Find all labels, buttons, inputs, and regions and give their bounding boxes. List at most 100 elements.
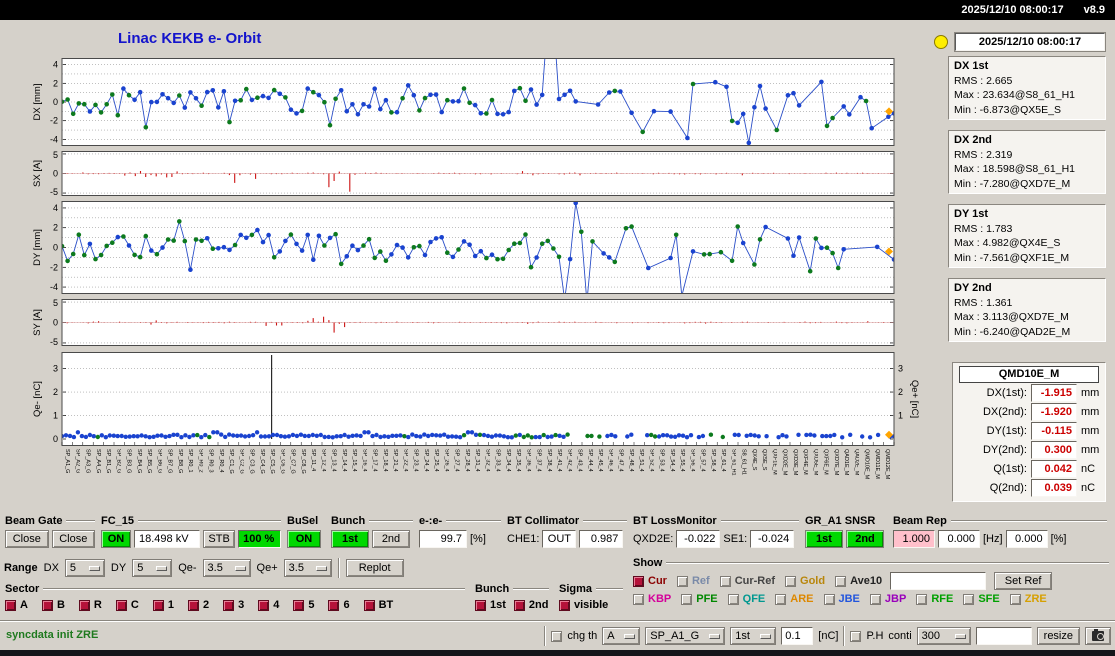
show-toggle-gold[interactable]: Gold bbox=[785, 575, 825, 587]
snapshot-button[interactable] bbox=[1085, 627, 1111, 645]
show-toggle-kbp[interactable]: KBP bbox=[633, 593, 671, 605]
threshold-input[interactable] bbox=[781, 627, 814, 645]
bpm-label: SP_B3_G bbox=[125, 449, 132, 474]
sector-toggle-bt-checkbox[interactable] bbox=[363, 599, 375, 611]
bpm-label: SP_23_4 bbox=[412, 449, 419, 472]
section-select[interactable]: A bbox=[602, 627, 641, 645]
sector-toggle-c[interactable]: C bbox=[115, 599, 139, 611]
sector-toggle-3[interactable]: 3 bbox=[223, 599, 244, 611]
beam-gate-close-button-2[interactable]: Close bbox=[51, 530, 95, 548]
bunch-2nd-button[interactable]: 2nd bbox=[372, 530, 410, 548]
bunch-toggle-2nd[interactable]: 2nd bbox=[513, 599, 548, 611]
show-toggle-cur-checkbox[interactable] bbox=[633, 575, 644, 587]
sector-toggle-bt[interactable]: BT bbox=[363, 599, 393, 611]
bpm-label: SP_A1_G bbox=[64, 449, 70, 474]
bunch-1st-button[interactable]: 1st bbox=[331, 530, 369, 548]
sector-toggle-c-checkbox[interactable] bbox=[115, 599, 127, 611]
sigma-toggle-visible[interactable]: visible bbox=[559, 599, 608, 611]
sector-toggle-2[interactable]: 2 bbox=[187, 599, 209, 611]
bunch-toggle-1st-checkbox[interactable] bbox=[475, 599, 486, 611]
fc15-stb-button[interactable]: STB bbox=[203, 530, 236, 548]
range-dx-select[interactable]: 5 bbox=[64, 559, 105, 577]
resize-button[interactable]: resize bbox=[1036, 627, 1080, 645]
sector-toggle-r-checkbox[interactable] bbox=[78, 599, 90, 611]
orbit-monitor-window: 2025/12/10 08:00:17 v8.9 Linac KEKB e- O… bbox=[0, 0, 1115, 656]
show-toggle-are-checkbox[interactable] bbox=[775, 593, 787, 605]
bpm-label: SP_38_4 bbox=[545, 449, 552, 472]
bpm-label: SP_C6_G bbox=[279, 449, 286, 474]
show-toggle-zre[interactable]: ZRE bbox=[1009, 593, 1047, 605]
divider bbox=[544, 626, 547, 646]
svg-text:-4: -4 bbox=[50, 134, 58, 144]
show-toggle-sfe-checkbox[interactable] bbox=[963, 593, 975, 605]
fc15-on-button[interactable]: ON bbox=[101, 530, 131, 548]
sector-toggle-2-checkbox[interactable] bbox=[187, 599, 199, 611]
sector-toggle-b[interactable]: B bbox=[41, 599, 65, 611]
busel-on-button[interactable]: ON bbox=[287, 530, 321, 548]
sigma-toggle-visible-checkbox[interactable] bbox=[559, 599, 570, 611]
gr-snsr-1st-button[interactable]: 1st bbox=[805, 530, 843, 548]
bpm-label: QX5E_S bbox=[761, 449, 767, 471]
range-dy-select[interactable]: 5 bbox=[132, 559, 173, 577]
option-menu-icon bbox=[624, 633, 636, 639]
show-toggle-pfe[interactable]: PFE bbox=[681, 593, 718, 605]
show-toggle-ref-checkbox[interactable] bbox=[676, 575, 688, 587]
sector-toggle-4[interactable]: 4 bbox=[258, 599, 279, 611]
show-toggle-qfe-checkbox[interactable] bbox=[727, 593, 739, 605]
sector-toggle-b-checkbox[interactable] bbox=[41, 599, 53, 611]
sector-toggle-1[interactable]: 1 bbox=[152, 599, 174, 611]
sector-toggle-r[interactable]: R bbox=[78, 599, 102, 611]
show-toggle-kbp-checkbox[interactable] bbox=[633, 593, 644, 605]
sx-steering-chart: 5 0 -5 SX [A] bbox=[32, 151, 895, 196]
show-toggle-are[interactable]: ARE bbox=[775, 593, 814, 605]
bpm-select[interactable]: SP_A1_G bbox=[645, 627, 726, 645]
repeat-count-select[interactable]: 300 bbox=[916, 627, 971, 645]
bunch-toggles: 1st 2nd bbox=[475, 599, 549, 611]
show-toggle-cur-ref-checkbox[interactable] bbox=[719, 575, 731, 587]
range-qep-select[interactable]: 3.5 bbox=[283, 559, 332, 577]
sector-toggle-6-checkbox[interactable] bbox=[328, 599, 340, 611]
show-toggle-jbe[interactable]: JBE bbox=[823, 593, 860, 605]
bpm-label: SP_C8_G bbox=[299, 449, 306, 474]
che1-value-readout: 0.987 bbox=[579, 530, 624, 548]
sector-toggle-5[interactable]: 5 bbox=[293, 599, 314, 611]
range-qem-select[interactable]: 3.5 bbox=[202, 559, 251, 577]
show-toggle-pfe-checkbox[interactable] bbox=[681, 593, 693, 605]
che1-label: CHE1: bbox=[507, 533, 540, 545]
show-toggle-cur[interactable]: Cur bbox=[633, 575, 667, 587]
show-toggle-cur-ref[interactable]: Cur-Ref bbox=[719, 575, 775, 587]
sector-toggle-6[interactable]: 6 bbox=[328, 599, 350, 611]
option-menu-icon bbox=[234, 565, 246, 571]
show-toggle-qfe[interactable]: QFE bbox=[727, 593, 765, 605]
sector-toggle-a[interactable]: A bbox=[5, 599, 28, 611]
gr-snsr-2nd-button[interactable]: 2nd bbox=[846, 530, 884, 548]
sector-toggle-a-checkbox[interactable] bbox=[5, 599, 16, 611]
set-ref-input[interactable] bbox=[890, 572, 987, 590]
bpm-label: SP_14_4 bbox=[340, 449, 347, 472]
bunch-toggle-2nd-checkbox[interactable] bbox=[513, 599, 525, 611]
show-toggle-jbe-checkbox[interactable] bbox=[823, 593, 835, 605]
chg-th-checkbox[interactable] bbox=[551, 630, 563, 642]
beam-gate-close-button-1[interactable]: Close bbox=[5, 530, 49, 548]
show-toggle-rfe[interactable]: RFE bbox=[916, 593, 953, 605]
sector-toggle-1-checkbox[interactable] bbox=[152, 599, 164, 611]
show-toggle-jbp-checkbox[interactable] bbox=[869, 593, 881, 605]
show-toggle-gold-checkbox[interactable] bbox=[785, 575, 797, 587]
sector-toggle-3-checkbox[interactable] bbox=[223, 599, 235, 611]
show-toggle-jbp[interactable]: JBP bbox=[869, 593, 906, 605]
show-toggle-zre-checkbox[interactable] bbox=[1009, 593, 1021, 605]
set-ref-button[interactable]: Set Ref bbox=[994, 572, 1053, 590]
bpm-label: SP_54_4 bbox=[668, 449, 675, 472]
bunch-toggle-1st[interactable]: 1st bbox=[475, 599, 506, 611]
show-toggle-ave10-checkbox[interactable] bbox=[835, 575, 847, 587]
show-toggle-ave10[interactable]: Ave10 bbox=[835, 575, 882, 587]
show-toggle-sfe[interactable]: SFE bbox=[963, 593, 1000, 605]
replot-button[interactable]: Replot bbox=[345, 559, 404, 577]
ph-checkbox[interactable] bbox=[850, 630, 862, 642]
show-toggle-rfe-checkbox[interactable] bbox=[916, 593, 928, 605]
aux-input[interactable] bbox=[975, 627, 1032, 645]
bunch-select[interactable]: 1st bbox=[730, 627, 777, 645]
sector-toggle-4-checkbox[interactable] bbox=[258, 599, 270, 611]
show-toggle-ref[interactable]: Ref bbox=[676, 575, 710, 587]
sector-toggle-5-checkbox[interactable] bbox=[293, 599, 305, 611]
